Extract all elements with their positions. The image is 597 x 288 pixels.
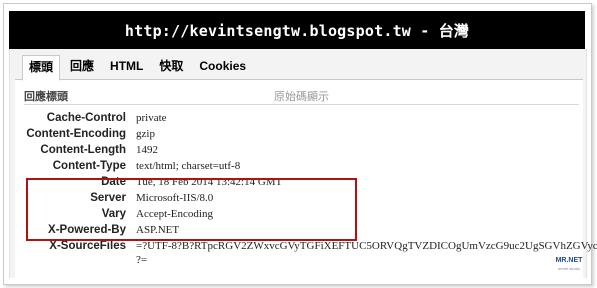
response-headers-header: 回應標頭 原始碼顯示: [24, 88, 579, 103]
net-tabs: 標頭 回應 HTML 快取 Cookies: [22, 55, 256, 81]
tab-cache[interactable]: 快取: [153, 55, 189, 79]
tab-html[interactable]: HTML: [104, 55, 149, 79]
header-value: gzip: [136, 128, 155, 140]
header-name: Cache-Control: [46, 112, 126, 124]
view-source-link[interactable]: 原始碼顯示: [274, 88, 329, 104]
header-name: Content-Type: [52, 160, 126, 172]
header-name: Content-Encoding: [26, 128, 126, 140]
header-row: Content-Type text/html; charset=utf-8: [0, 158, 597, 174]
header-value-continuation: ?=: [136, 254, 148, 266]
logo-subtext: mrnet studio: [557, 266, 580, 271]
header-row: Cache-Control private: [0, 110, 597, 126]
header-value: private: [136, 112, 167, 124]
header-name: Content-Length: [40, 144, 126, 156]
site-banner: http://kevintsengtw.blogspot.tw - 台灣: [9, 11, 585, 49]
header-row: Content-Length 1492: [0, 142, 597, 158]
header-row-continuation: ?=: [0, 252, 597, 268]
tab-response[interactable]: 回應: [64, 55, 100, 79]
section-title: 回應標頭: [24, 91, 68, 103]
header-value: 1492: [136, 144, 158, 156]
watermark-logo: MR.NET mrnet studio: [555, 257, 583, 277]
logo-text: MR.NET: [555, 257, 583, 264]
section-divider: [24, 104, 579, 105]
highlight-box: [26, 178, 357, 241]
header-row: Content-Encoding gzip: [0, 126, 597, 142]
tab-headers[interactable]: 標頭: [22, 55, 61, 81]
banner-title: http://kevintsengtw.blogspot.tw - 台灣: [124, 21, 470, 40]
header-value: text/html; charset=utf-8: [136, 160, 241, 172]
tab-cookies[interactable]: Cookies: [193, 55, 252, 79]
